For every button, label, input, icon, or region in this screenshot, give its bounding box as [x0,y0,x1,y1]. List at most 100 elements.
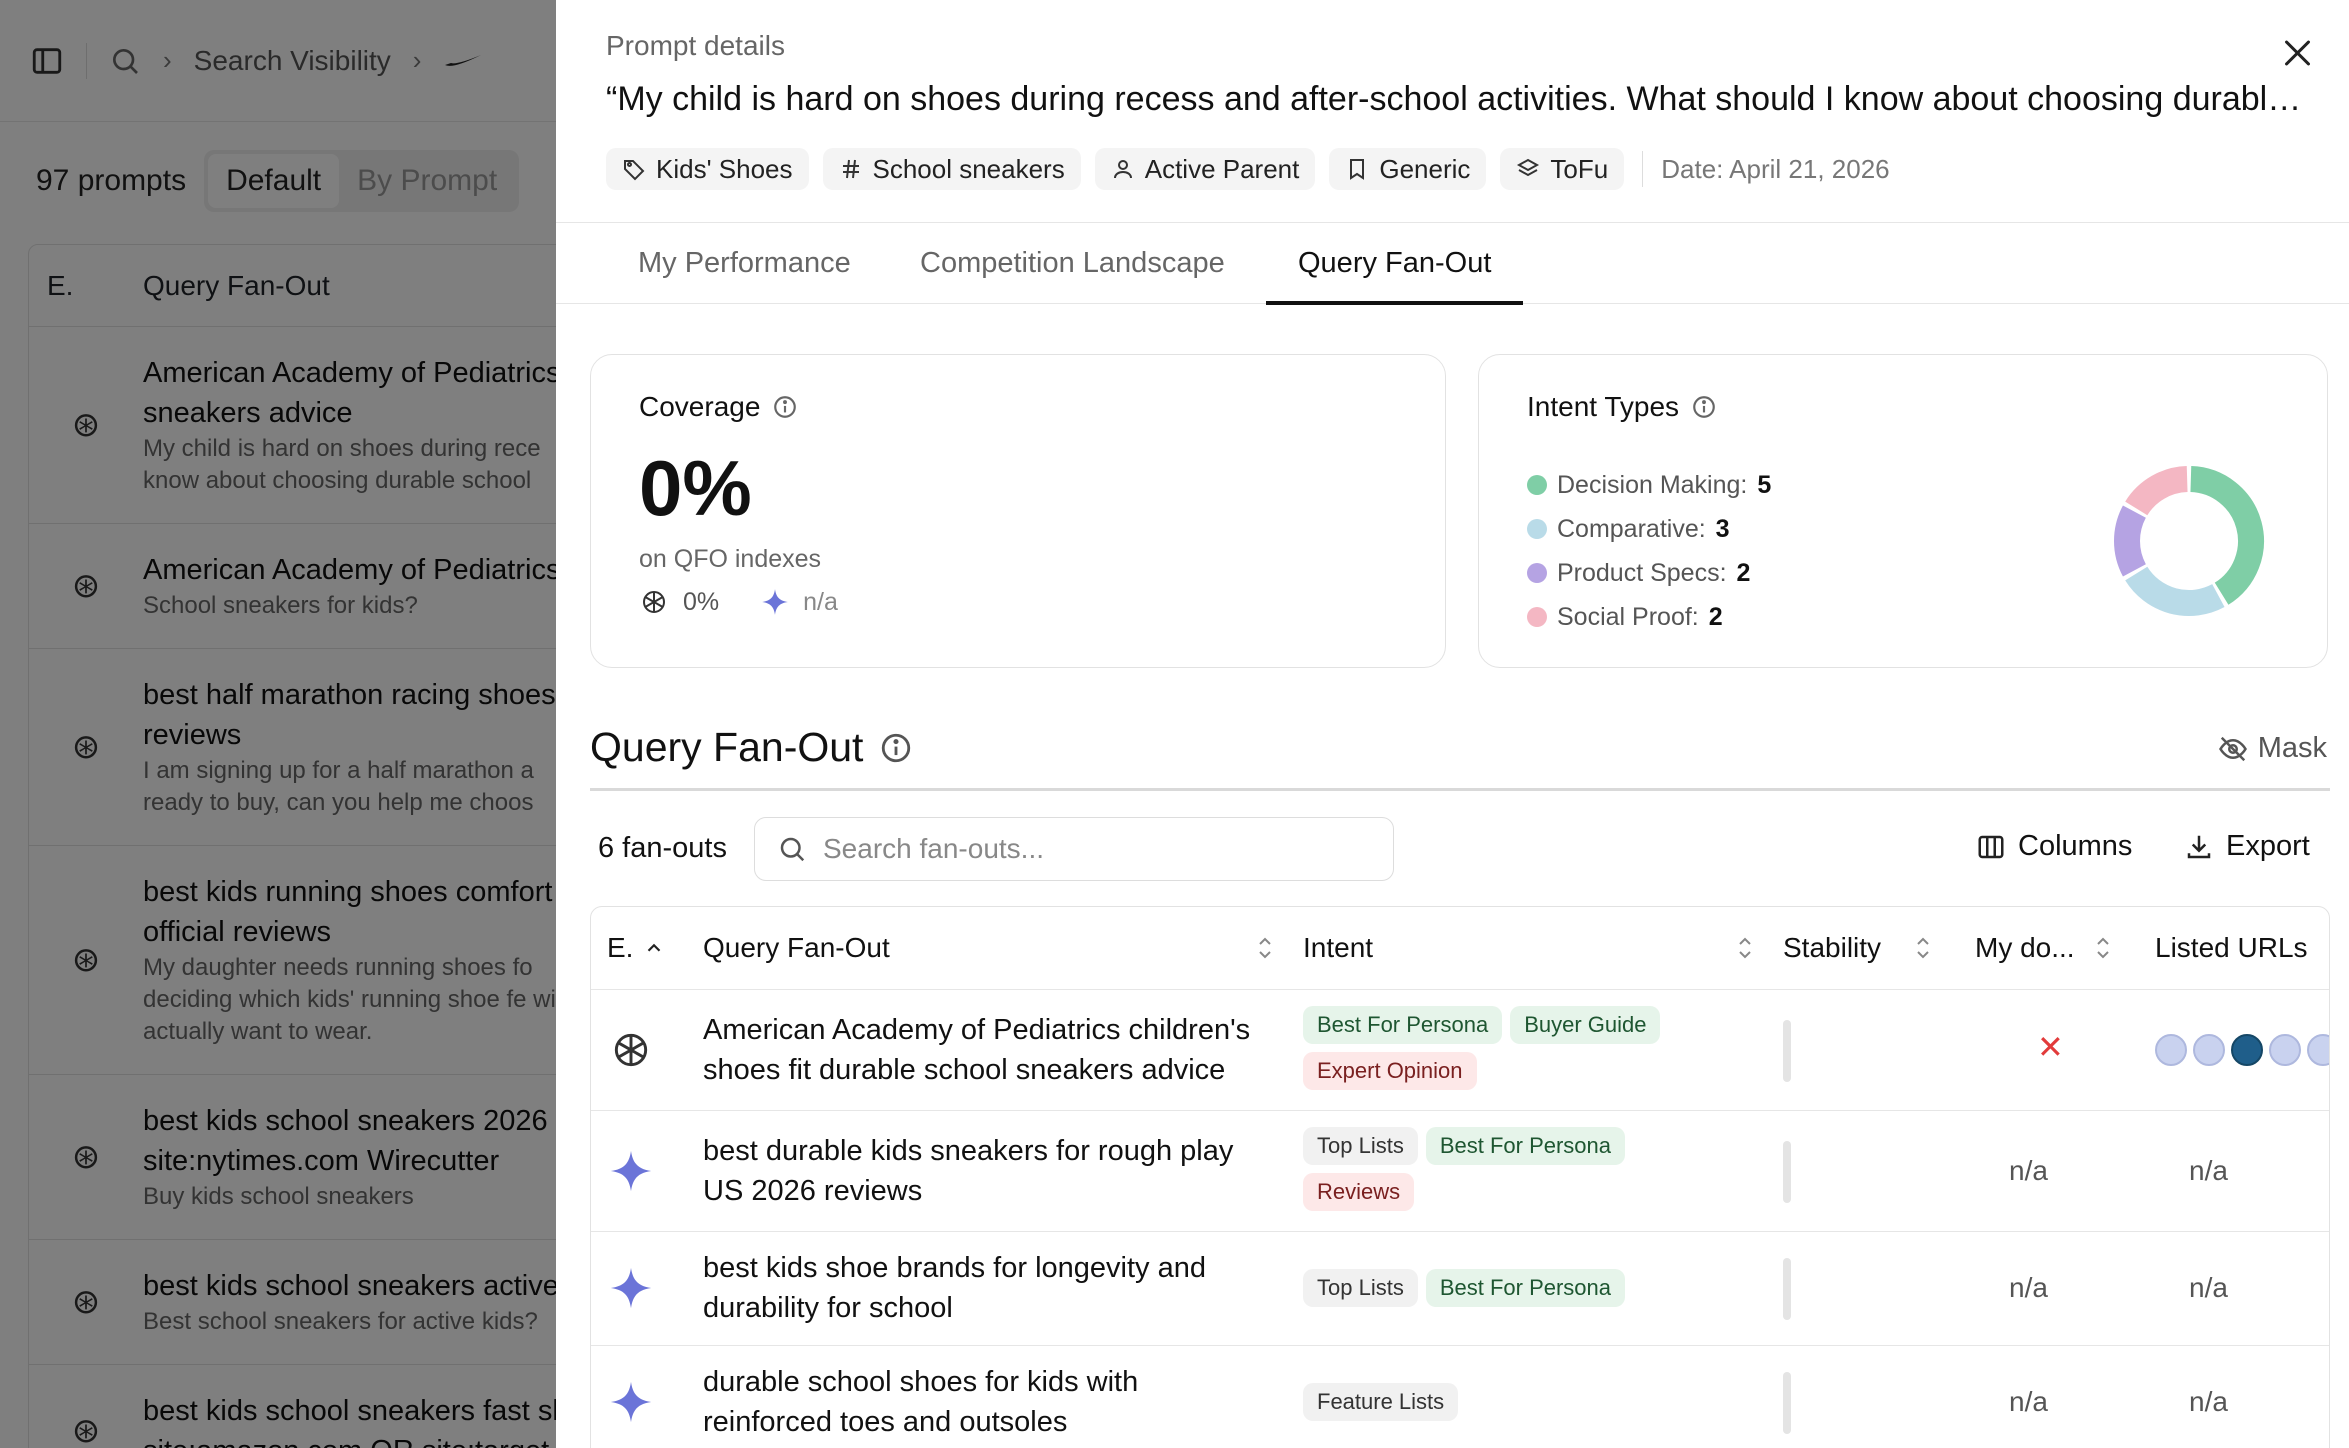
my-domain-value: n/a [2009,1272,2048,1303]
listed-urls-value: n/a [2189,1272,2228,1303]
legend-count: 5 [1757,470,1772,499]
column-header-stability[interactable]: Stability [1783,907,1931,989]
table-row[interactable]: best kids shoe brands for longevity and … [591,1232,2329,1346]
table-row[interactable]: durable school shoes for kids with reinf… [591,1346,2329,1448]
column-header-label: Query Fan-Out [703,932,890,963]
coverage-title: Coverage [639,391,798,423]
tag-label: Kids' Shoes [656,153,793,184]
tag-icon [624,160,645,181]
legend-dot [1527,519,1547,539]
intent-chips: Top Lists Best For Persona Reviews [1303,1127,1733,1211]
not-found-icon: ✕ [2037,1029,2064,1065]
prompt-details-drawer: Prompt details “My child is hard on shoe… [556,0,2349,1448]
my-domain-value: n/a [2009,1386,2048,1417]
intent-chip: Buyer Guide [1510,1006,1661,1044]
user-icon [1113,160,1132,179]
section-title-text: Query Fan-Out [590,724,864,770]
legend-label: Decision Making: [1557,470,1748,499]
legend-label: Product Specs: [1557,558,1727,587]
sort-icon [1739,937,1751,959]
table-row[interactable]: best durable kids sneakers for rough pla… [591,1111,2329,1232]
tag-label: School sneakers [872,153,1065,184]
tab-query-fan-out[interactable]: Query Fan-Out [1266,223,1524,305]
search-icon [780,837,805,862]
layers-icon [1517,158,1540,177]
favicon-icon[interactable] [2231,1034,2263,1066]
intent-chip: Expert Opinion [1303,1052,1477,1090]
stability-bar [1783,1020,1791,1082]
tag-persona[interactable]: Active Parent [1094,148,1316,190]
stability-bar [1783,1258,1791,1320]
table-row[interactable]: American Academy of Pediatrics children'… [591,990,2329,1111]
openai-icon [643,591,665,613]
intent-types-title-text: Intent Types [1527,391,1680,422]
donut-slice-product-specs [2114,505,2147,577]
favicon-icon[interactable] [2307,1034,2329,1066]
column-header-label: Listed URLs [2155,932,2308,963]
favicon-icon[interactable] [2155,1034,2187,1066]
tag-type[interactable]: Generic [1329,148,1487,190]
legend-count: 2 [1736,558,1751,587]
tag-topic[interactable]: School sneakers [822,148,1081,190]
mask-label: Mask [2257,732,2327,764]
donut-slice-decision-making [2189,466,2264,605]
intent-chips: Top Lists Best For Persona [1303,1269,1733,1307]
bookmark-icon [1350,159,1365,180]
intent-chip: Best For Persona [1425,1127,1626,1165]
chevron-up-icon [648,943,661,952]
column-header-label: My do... [1975,932,2075,963]
legend-dot [1527,475,1547,495]
prompt-tags: Kids' Shoes School sneakers Active Paren… [606,148,1890,190]
info-icon[interactable] [879,731,913,765]
stability-bar [1783,1141,1791,1203]
legend-item: Decision Making: 5 [1527,463,1771,507]
gemini-icon [610,1267,652,1309]
fanout-query: American Academy of Pediatrics children'… [703,1014,1251,1086]
favicon-icon[interactable] [2193,1034,2225,1066]
donut-slice-social-proof [2125,466,2189,516]
mask-button[interactable]: Mask [2218,732,2327,765]
fanout-table: E. Query Fan-Out Intent Stability My do.… [590,906,2330,1448]
tab-competition-landscape[interactable]: Competition Landscape [920,223,1225,305]
close-icon[interactable] [2281,36,2315,70]
intent-chip: Top Lists [1303,1127,1418,1165]
export-button[interactable]: Export [2184,830,2310,863]
gemini-icon [610,1150,652,1192]
column-header-label: E. [607,932,634,963]
column-header-engine[interactable]: E. [607,907,687,989]
column-header-intent[interactable]: Intent [1303,907,1753,989]
coverage-gemini-value: n/a [803,587,838,616]
coverage-card: Coverage 0% on QFO indexes 0% n/a [590,354,1446,668]
column-header-my-domain[interactable]: My do... [1975,907,2111,989]
section-title: Query Fan-Out [590,724,913,771]
url-favicons[interactable] [2155,1034,2329,1066]
intent-chip: Top Lists [1303,1269,1418,1307]
tag-category[interactable]: Kids' Shoes [606,148,809,190]
section-divider [590,788,2330,791]
legend-label: Comparative: [1557,514,1706,543]
columns-icon [1978,835,2004,858]
download-icon [2187,835,2211,858]
info-icon[interactable] [1691,394,1717,420]
sort-icon [1917,937,1929,959]
search-input[interactable] [823,833,1343,865]
favicon-icon[interactable] [2269,1034,2301,1066]
openai-icon [614,1033,648,1067]
intent-legend: Decision Making: 5 Comparative: 3 Product … [1527,463,1771,639]
legend-dot [1527,563,1547,583]
prompt-date: Date: April 21, 2026 [1661,153,1890,184]
donut-slice-comparative [2125,566,2225,616]
intent-chip: Reviews [1303,1173,1415,1211]
column-header-listed-urls[interactable]: Listed URLs [2155,907,2329,989]
columns-button[interactable]: Columns [1976,830,2132,863]
sort-icon [1259,937,1271,959]
tab-my-performance[interactable]: My Performance [638,223,851,305]
coverage-openai-value: 0% [683,587,720,616]
gemini-icon [762,589,788,615]
column-header-query[interactable]: Query Fan-Out [703,907,1273,989]
tag-label: ToFu [1550,153,1609,184]
fanout-search[interactable] [754,817,1394,881]
info-icon[interactable] [772,394,798,420]
fanout-count: 6 fan-outs [598,832,727,864]
tag-funnel[interactable]: ToFu [1500,148,1625,190]
